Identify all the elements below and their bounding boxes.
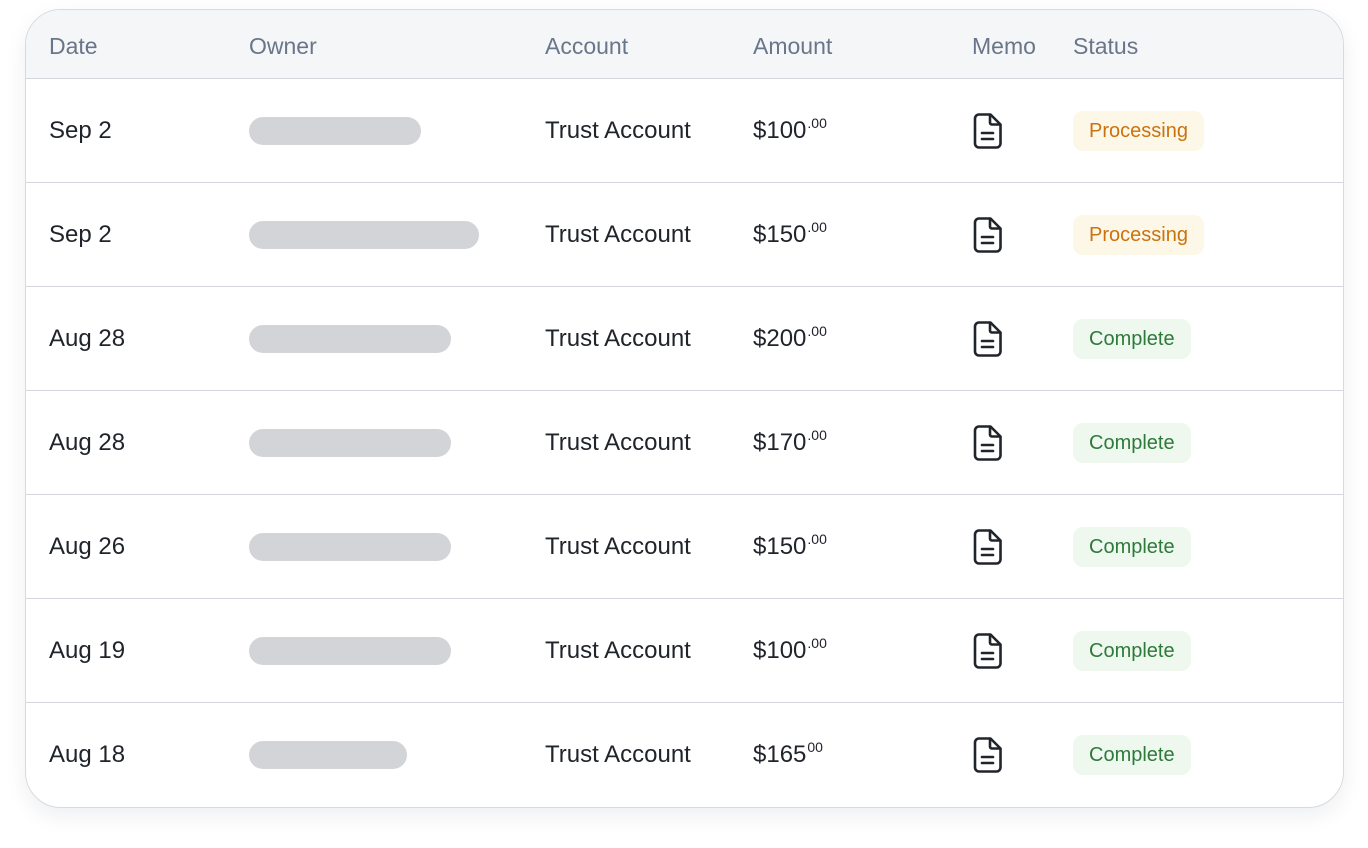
status-badge: Complete bbox=[1073, 526, 1191, 567]
status-badge: Complete bbox=[1073, 734, 1191, 775]
owner-name-redacted bbox=[249, 428, 451, 457]
status-badge: Complete bbox=[1073, 422, 1191, 463]
table-row[interactable]: Aug 26 Trust Account $150.00 Complete bbox=[26, 495, 1343, 599]
memo-cell[interactable] bbox=[972, 495, 1004, 598]
owner-cell bbox=[249, 287, 451, 390]
document-icon[interactable] bbox=[972, 632, 1004, 670]
owner-name-redacted bbox=[249, 324, 451, 353]
owner-name-redacted bbox=[249, 740, 407, 769]
column-header-date[interactable]: Date bbox=[49, 10, 98, 79]
amount-cents: .00 bbox=[807, 114, 827, 131]
owner-cell bbox=[249, 703, 407, 806]
transactions-table: Date Owner Account Amount Memo Status Se… bbox=[25, 9, 1344, 808]
row-date: Aug 28 bbox=[49, 428, 126, 456]
status-badge: Complete bbox=[1073, 630, 1191, 671]
memo-cell[interactable] bbox=[972, 183, 1004, 286]
owner-cell bbox=[249, 599, 451, 702]
table-row[interactable]: Aug 28 Trust Account $170.00 Complete bbox=[26, 391, 1343, 495]
column-header-memo[interactable]: Memo bbox=[972, 10, 1036, 79]
status-badge: Processing bbox=[1073, 110, 1204, 151]
owner-cell bbox=[249, 183, 479, 286]
status-cell: Complete bbox=[1073, 391, 1191, 494]
row-account: Trust Account bbox=[545, 220, 691, 248]
column-header-owner[interactable]: Owner bbox=[249, 10, 317, 79]
row-account: Trust Account bbox=[545, 428, 691, 456]
amount-dollars: $100 bbox=[753, 636, 807, 664]
column-header-account[interactable]: Account bbox=[545, 10, 628, 79]
owner-cell bbox=[249, 79, 421, 182]
table-row[interactable]: Sep 2 Trust Account $150.00 Processing bbox=[26, 183, 1343, 287]
row-date: Aug 19 bbox=[49, 636, 126, 664]
amount-cents: .00 bbox=[807, 322, 827, 339]
document-icon[interactable] bbox=[972, 424, 1004, 462]
amount-cents: .00 bbox=[807, 426, 827, 443]
memo-cell[interactable] bbox=[972, 79, 1004, 182]
owner-name-redacted bbox=[249, 220, 479, 249]
amount-dollars: $150 bbox=[753, 532, 807, 560]
row-date: Aug 18 bbox=[49, 740, 126, 768]
amount-cents: .00 bbox=[807, 530, 827, 547]
status-badge: Processing bbox=[1073, 214, 1204, 255]
row-date: Aug 26 bbox=[49, 532, 126, 560]
row-amount: $170.00 bbox=[753, 391, 827, 494]
row-account: Trust Account bbox=[545, 532, 691, 560]
amount-dollars: $100 bbox=[753, 116, 807, 144]
status-cell: Complete bbox=[1073, 287, 1191, 390]
column-header-status[interactable]: Status bbox=[1073, 10, 1138, 79]
memo-cell[interactable] bbox=[972, 287, 1004, 390]
document-icon[interactable] bbox=[972, 112, 1004, 150]
owner-cell bbox=[249, 495, 451, 598]
status-cell: Processing bbox=[1073, 183, 1204, 286]
row-amount: $100.00 bbox=[753, 79, 827, 182]
owner-name-redacted bbox=[249, 636, 451, 665]
document-icon[interactable] bbox=[972, 736, 1004, 774]
amount-dollars: $200 bbox=[753, 324, 807, 352]
status-badge: Complete bbox=[1073, 318, 1191, 359]
row-account: Trust Account bbox=[545, 740, 691, 768]
owner-name-redacted bbox=[249, 532, 451, 561]
table-row[interactable]: Aug 18 Trust Account $165 00 Complete bbox=[26, 703, 1343, 807]
row-date: Sep 2 bbox=[49, 220, 112, 248]
row-amount: $150.00 bbox=[753, 183, 827, 286]
table-body: Sep 2 Trust Account $100.00 Processing S… bbox=[26, 79, 1343, 807]
row-date: Sep 2 bbox=[49, 116, 112, 144]
owner-name-redacted bbox=[249, 116, 421, 145]
memo-cell[interactable] bbox=[972, 391, 1004, 494]
memo-cell[interactable] bbox=[972, 703, 1004, 806]
table-row[interactable]: Aug 19 Trust Account $100.00 Complete bbox=[26, 599, 1343, 703]
document-icon[interactable] bbox=[972, 320, 1004, 358]
row-amount: $165 00 bbox=[753, 703, 823, 806]
amount-cents: .00 bbox=[807, 634, 827, 651]
amount-cents: 00 bbox=[807, 738, 823, 755]
row-account: Trust Account bbox=[545, 116, 691, 144]
status-cell: Complete bbox=[1073, 703, 1191, 806]
row-amount: $200.00 bbox=[753, 287, 827, 390]
status-cell: Processing bbox=[1073, 79, 1204, 182]
row-date: Aug 28 bbox=[49, 324, 126, 352]
row-account: Trust Account bbox=[545, 636, 691, 664]
amount-cents: .00 bbox=[807, 218, 827, 235]
row-amount: $150.00 bbox=[753, 495, 827, 598]
table-row[interactable]: Aug 28 Trust Account $200.00 Complete bbox=[26, 287, 1343, 391]
status-cell: Complete bbox=[1073, 599, 1191, 702]
status-cell: Complete bbox=[1073, 495, 1191, 598]
amount-dollars: $165 bbox=[753, 740, 807, 768]
owner-cell bbox=[249, 391, 451, 494]
column-header-amount[interactable]: Amount bbox=[753, 10, 832, 79]
document-icon[interactable] bbox=[972, 216, 1004, 254]
table-row[interactable]: Sep 2 Trust Account $100.00 Processing bbox=[26, 79, 1343, 183]
table-header: Date Owner Account Amount Memo Status bbox=[26, 10, 1343, 79]
amount-dollars: $170 bbox=[753, 428, 807, 456]
row-account: Trust Account bbox=[545, 324, 691, 352]
amount-dollars: $150 bbox=[753, 220, 807, 248]
document-icon[interactable] bbox=[972, 528, 1004, 566]
row-amount: $100.00 bbox=[753, 599, 827, 702]
memo-cell[interactable] bbox=[972, 599, 1004, 702]
